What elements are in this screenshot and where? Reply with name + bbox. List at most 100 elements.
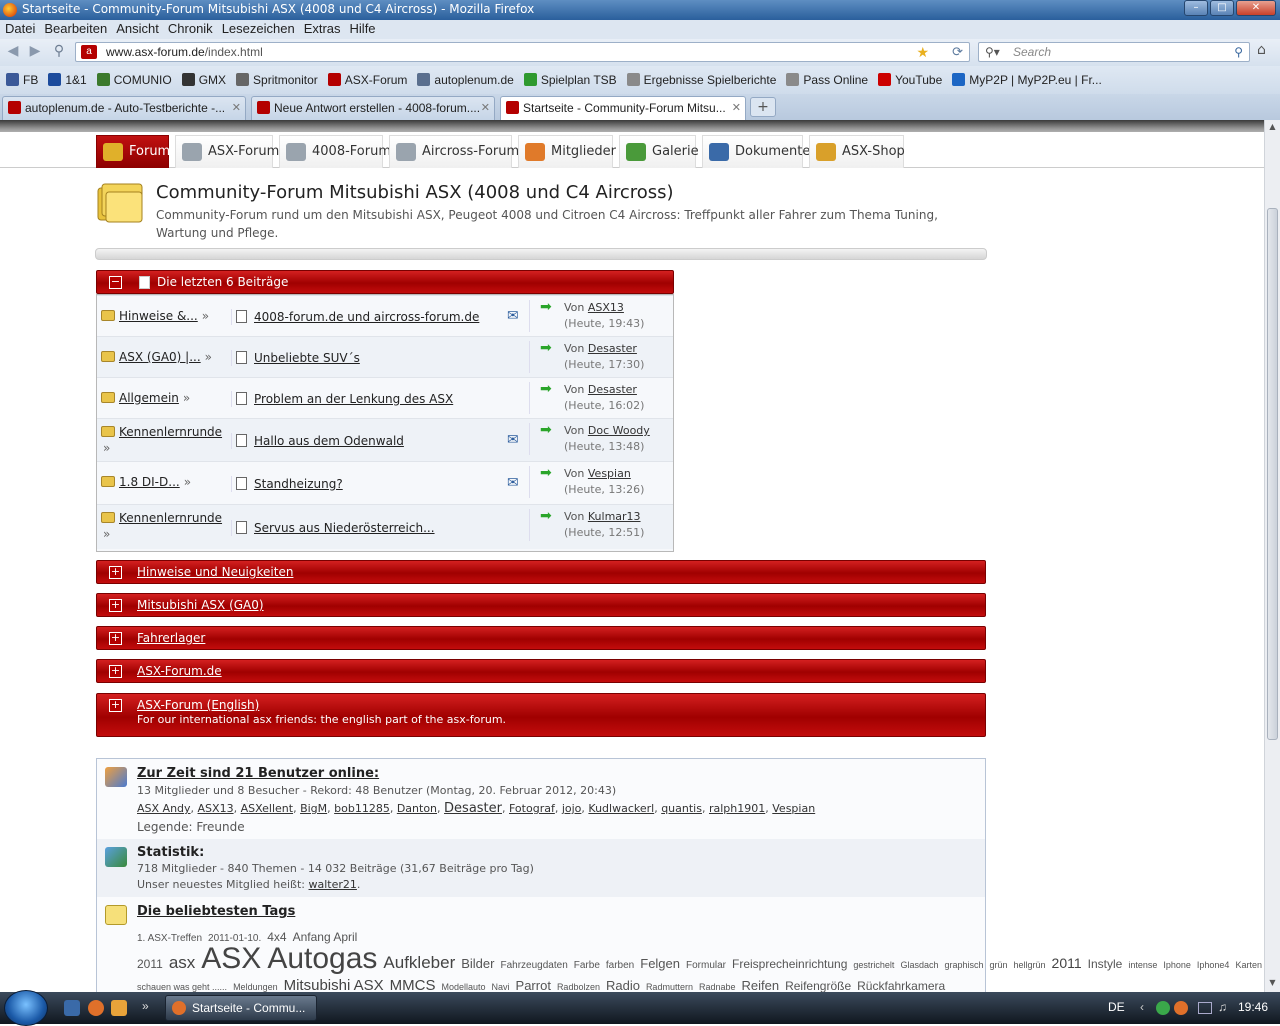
tag-link[interactable]: 1. ASX-Treffen — [137, 933, 202, 944]
thread-link[interactable]: Problem an der Lenkung des ASX — [254, 392, 453, 406]
category-link[interactable]: ASX-Forum (English) — [137, 698, 259, 712]
firefox-quicklaunch-icon[interactable] — [88, 1000, 104, 1016]
author-link[interactable]: Desaster — [588, 342, 637, 355]
tag-link[interactable]: grün — [990, 960, 1008, 970]
menu-item[interactable]: Lesezeichen — [222, 20, 295, 38]
menu-item[interactable]: Datei — [5, 20, 35, 38]
tag-link[interactable]: Iphone — [1163, 960, 1191, 970]
online-user-link[interactable]: ASX13 — [198, 802, 234, 815]
newest-member-link[interactable]: walter21 — [309, 878, 357, 891]
tag-link[interactable]: graphisch — [944, 960, 983, 970]
tag-link[interactable]: Instyle — [1088, 957, 1123, 971]
category-link[interactable]: Mitsubishi ASX (GA0) — [137, 598, 264, 612]
scroll-down-icon[interactable]: ▼ — [1267, 978, 1278, 987]
go-to-post-icon[interactable]: ➡ — [540, 423, 552, 437]
tag-link[interactable]: Meldungen — [233, 982, 278, 992]
board-link[interactable]: ASX (GA0) |... — [119, 350, 201, 364]
back-icon[interactable]: ◀ — [3, 43, 23, 61]
tag-link[interactable]: ASX — [201, 942, 261, 975]
menu-item[interactable]: Chronik — [168, 20, 213, 38]
tag-link[interactable]: Karten — [1235, 960, 1262, 970]
scrollbar-thumb[interactable] — [1267, 208, 1278, 740]
tab-close-icon[interactable]: ✕ — [481, 97, 490, 119]
category-link[interactable]: ASX-Forum.de — [137, 664, 222, 678]
tag-link[interactable]: Reifengröße — [785, 979, 851, 992]
home-icon[interactable]: ⌂ — [1257, 42, 1266, 58]
bookmark-item[interactable]: 1&1 — [48, 66, 87, 94]
tab-close-icon[interactable]: ✕ — [232, 97, 241, 119]
tag-link[interactable]: Freisprecheinrichtung — [732, 957, 847, 971]
tag-link[interactable]: Radbolzen — [557, 982, 600, 992]
online-user-link[interactable]: Danton — [397, 802, 437, 815]
thread-link[interactable]: Unbeliebte SUV´s — [254, 351, 360, 365]
minimize-button[interactable]: – — [1184, 0, 1208, 16]
tag-link[interactable]: gestrichelt — [853, 960, 894, 970]
author-link[interactable]: Kulmar13 — [588, 510, 641, 523]
collapse-icon[interactable]: − — [109, 276, 122, 289]
tag-link[interactable]: hellgrün — [1014, 960, 1046, 970]
tags-title[interactable]: Die beliebtesten Tags — [137, 904, 295, 919]
go-to-post-icon[interactable]: ➡ — [540, 509, 552, 523]
category-header[interactable]: + Mitsubishi ASX (GA0) — [96, 593, 986, 617]
history-dropdown-icon[interactable]: ⚲ — [49, 43, 69, 61]
thunderbird-quicklaunch-icon[interactable] — [111, 1000, 127, 1016]
menu-item[interactable]: Hilfe — [350, 20, 376, 38]
taskbar-firefox-button[interactable]: Startseite - Commu... — [165, 995, 317, 1021]
tag-link[interactable]: Bilder — [461, 956, 494, 971]
language-indicator[interactable]: DE — [1108, 992, 1125, 1022]
go-to-post-icon[interactable]: ➡ — [540, 382, 552, 396]
tag-link[interactable]: MMCS — [390, 977, 436, 992]
go-to-post-icon[interactable]: ➡ — [540, 341, 552, 355]
thread-link[interactable]: Servus aus Niederösterreich... — [254, 521, 435, 535]
menu-item[interactable]: Extras — [304, 20, 341, 38]
tag-link[interactable]: Navi — [492, 982, 510, 992]
search-engine-icon[interactable]: ⚲▾ — [985, 43, 1000, 61]
expand-icon[interactable]: + — [109, 566, 122, 579]
category-link[interactable]: Fahrerlager — [137, 631, 205, 645]
category-header[interactable]: + Fahrerlager — [96, 626, 986, 650]
online-user-link[interactable]: bob11285 — [334, 802, 390, 815]
category-link[interactable]: Hinweise und Neuigkeiten — [137, 565, 293, 579]
forward-icon[interactable]: ▶ — [25, 43, 45, 61]
volume-icon[interactable]: ♫ — [1218, 992, 1227, 1022]
tag-link[interactable]: Autogas — [267, 942, 377, 975]
online-user-link[interactable]: quantis — [661, 802, 702, 815]
url-bar[interactable]: a www.asx-forum.de/index.html ★ ⟳ — [75, 42, 970, 62]
search-icon[interactable]: ⚲ — [1234, 43, 1243, 61]
online-user-link[interactable]: BigM — [300, 802, 327, 815]
board-link[interactable]: Hinweise &... — [119, 309, 198, 323]
thread-link[interactable]: 4008-forum.de und aircross-forum.de — [254, 310, 479, 324]
tag-link[interactable]: Reifen — [742, 978, 780, 992]
bookmark-item[interactable]: GMX — [181, 66, 226, 94]
nav-item[interactable]: Galerie — [619, 135, 699, 168]
browser-tab[interactable]: Neue Antwort erstellen - 4008-forum.... ✕ — [251, 96, 495, 120]
show-desktop-icon[interactable] — [64, 1000, 80, 1016]
online-user-link[interactable]: jojo — [562, 802, 582, 815]
tag-link[interactable]: Parrot — [516, 978, 551, 992]
scroll-up-icon[interactable]: ▲ — [1267, 122, 1278, 131]
bookmark-item[interactable]: Spielplan TSB — [523, 66, 617, 94]
board-link[interactable]: Allgemein — [119, 391, 179, 405]
close-button[interactable]: ✕ — [1236, 0, 1276, 16]
reload-icon[interactable]: ⟳ — [952, 43, 963, 61]
go-to-post-icon[interactable]: ➡ — [540, 300, 552, 314]
tag-link[interactable]: Glasdach — [900, 960, 938, 970]
online-user-link[interactable]: Kudlwackerl — [588, 802, 654, 815]
bookmark-item[interactable]: Ergebnisse Spielberichte — [626, 66, 776, 94]
start-button[interactable] — [4, 990, 48, 1026]
tag-link[interactable]: Felgen — [640, 956, 680, 971]
author-link[interactable]: Desaster — [588, 383, 637, 396]
bookmark-item[interactable]: Pass Online — [786, 66, 868, 94]
expand-icon[interactable]: + — [109, 599, 122, 612]
author-link[interactable]: Vespian — [588, 467, 631, 480]
tag-link[interactable]: farben — [606, 960, 634, 971]
tab-close-icon[interactable]: ✕ — [732, 97, 741, 119]
browser-tab[interactable]: Startseite - Community-Forum Mitsu... ✕ — [500, 96, 746, 121]
nav-item[interactable]: ASX-Forum — [175, 135, 279, 168]
tag-link[interactable]: asx — [169, 953, 195, 972]
category-header[interactable]: + ASX-Forum (English) For our internationa… — [96, 693, 986, 737]
tag-link[interactable]: Farbe — [574, 960, 600, 971]
tag-link[interactable]: Radio — [606, 978, 640, 992]
nav-item[interactable]: Forum — [96, 135, 170, 168]
vertical-scrollbar[interactable]: ▲ ▼ — [1264, 120, 1280, 992]
